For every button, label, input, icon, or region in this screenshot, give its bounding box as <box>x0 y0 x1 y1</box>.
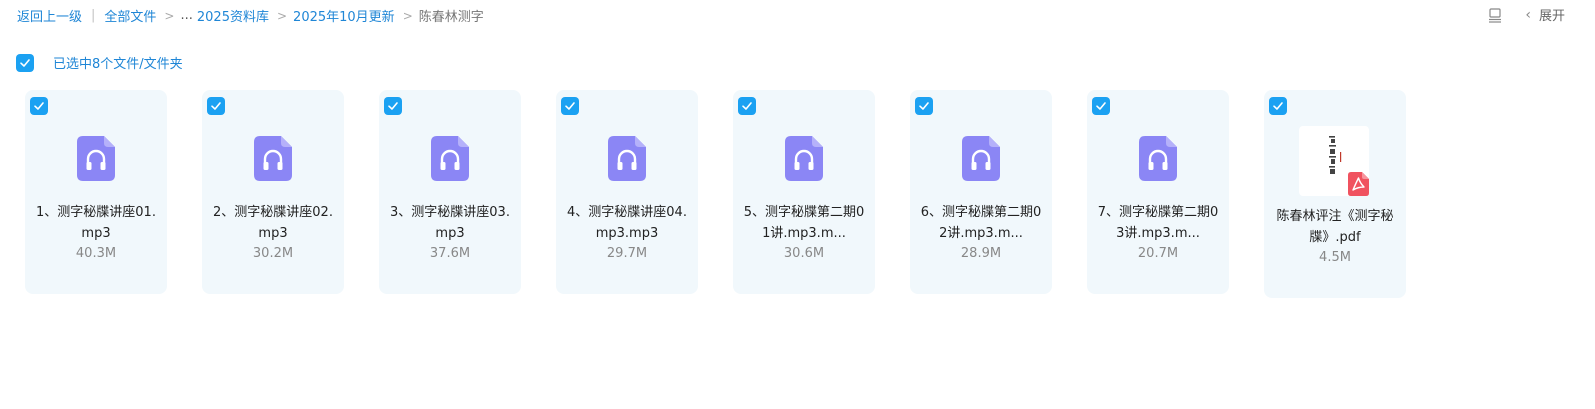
file-checkbox[interactable] <box>561 97 579 115</box>
check-icon <box>20 58 30 67</box>
check-icon <box>388 102 398 110</box>
file-size: 29.7M <box>606 246 648 261</box>
check-icon <box>919 102 929 110</box>
file-name: 4、测字秘牒讲座04.mp3.mp3 <box>567 205 687 241</box>
check-icon <box>742 102 752 110</box>
file-size: 37.6M <box>429 246 471 261</box>
file-size: 30.6M <box>783 246 825 261</box>
audio-file-icon <box>608 136 646 181</box>
file-checkbox[interactable] <box>1092 97 1110 115</box>
top-bar: 返回上一级 | 全部文件 > ... 2025资料库 > 2025年10月更新 … <box>0 0 1595 32</box>
breadcrumb-level1[interactable]: 2025资料库 <box>197 6 269 25</box>
audio-file-icon <box>962 136 1000 181</box>
audio-file-icon <box>254 136 292 181</box>
right-edge <box>1565 0 1595 409</box>
file-card[interactable]: 6、测字秘牒第二期02讲.mp3.m... 28.9M <box>910 90 1052 294</box>
file-size: 20.7M <box>1137 246 1179 261</box>
check-icon <box>1273 102 1283 110</box>
file-name: 3、测字秘牒讲座03.mp3 <box>390 205 510 241</box>
audio-file-icon <box>77 136 115 181</box>
file-name: 陈春林评注《测字秘牒》.pdf <box>1276 209 1394 245</box>
file-name: 5、测字秘牒第二期01讲.mp3.m... <box>743 205 865 241</box>
select-all-row: 已选中8个文件/文件夹 <box>16 53 183 72</box>
pdf-file-icon <box>1348 172 1369 196</box>
check-icon <box>211 102 221 110</box>
breadcrumb: 返回上一级 | 全部文件 > ... 2025资料库 > 2025年10月更新 … <box>17 6 484 25</box>
list-view-icon[interactable] <box>1487 7 1503 23</box>
file-grid: 1、测字秘牒讲座01.mp3 40.3M 2、测字秘牒讲座02.mp3 30.2… <box>25 90 1441 298</box>
file-size: 40.3M <box>75 246 117 261</box>
file-checkbox[interactable] <box>915 97 933 115</box>
file-card[interactable]: 7、测字秘牒第二期03讲.mp3.m... 20.7M <box>1087 90 1229 294</box>
audio-file-icon <box>1139 136 1177 181</box>
file-name: 1、测字秘牒讲座01.mp3 <box>36 205 156 241</box>
chevron-right-icon: > <box>402 8 413 23</box>
selection-count-text: 已选中8个文件/文件夹 <box>53 57 183 72</box>
file-checkbox[interactable] <box>1269 97 1287 115</box>
file-name: 7、测字秘牒第二期03讲.mp3.m... <box>1097 205 1219 241</box>
check-icon <box>1096 102 1106 110</box>
breadcrumb-all-files[interactable]: 全部文件 <box>104 6 156 25</box>
file-card[interactable]: 3、测字秘牒讲座03.mp3 37.6M <box>379 90 521 294</box>
audio-file-icon <box>785 136 823 181</box>
select-all-checkbox[interactable] <box>16 53 34 72</box>
file-card[interactable]: 1、测字秘牒讲座01.mp3 40.3M <box>25 90 167 294</box>
breadcrumb-ellipsis[interactable]: ... <box>180 8 192 23</box>
chevron-right-icon: > <box>164 8 175 23</box>
file-size: 30.2M <box>252 246 294 261</box>
breadcrumb-level2[interactable]: 2025年10月更新 <box>293 6 395 25</box>
expand-button[interactable]: 展开 <box>1539 5 1565 24</box>
chevron-right-icon: > <box>276 8 288 23</box>
chevron-left-icon[interactable]: ‹ <box>1525 7 1531 23</box>
toolbar-right: ‹ 展开 <box>1487 5 1565 24</box>
file-card[interactable]: 4、测字秘牒讲座04.mp3.mp3 29.7M <box>556 90 698 294</box>
file-card[interactable]: 5、测字秘牒第二期01讲.mp3.m... 30.6M <box>733 90 875 294</box>
file-name: 2、测字秘牒讲座02.mp3 <box>213 205 333 241</box>
check-icon <box>565 102 575 110</box>
check-icon <box>34 102 44 110</box>
audio-file-icon <box>431 136 469 181</box>
breadcrumb-divider: | <box>91 8 96 23</box>
file-checkbox[interactable] <box>30 97 48 115</box>
file-checkbox[interactable] <box>738 97 756 115</box>
file-checkbox[interactable] <box>384 97 402 115</box>
file-card[interactable]: 陈春林评注《测字秘牒》.pdf 4.5M <box>1264 90 1406 298</box>
file-name: 6、测字秘牒第二期02讲.mp3.m... <box>920 205 1042 241</box>
file-card[interactable]: 2、测字秘牒讲座02.mp3 30.2M <box>202 90 344 294</box>
breadcrumb-current: 陈春林测字 <box>418 10 484 25</box>
file-size: 4.5M <box>1319 250 1351 265</box>
file-checkbox[interactable] <box>207 97 225 115</box>
file-size: 28.9M <box>960 246 1002 261</box>
back-link[interactable]: 返回上一级 <box>17 6 82 25</box>
